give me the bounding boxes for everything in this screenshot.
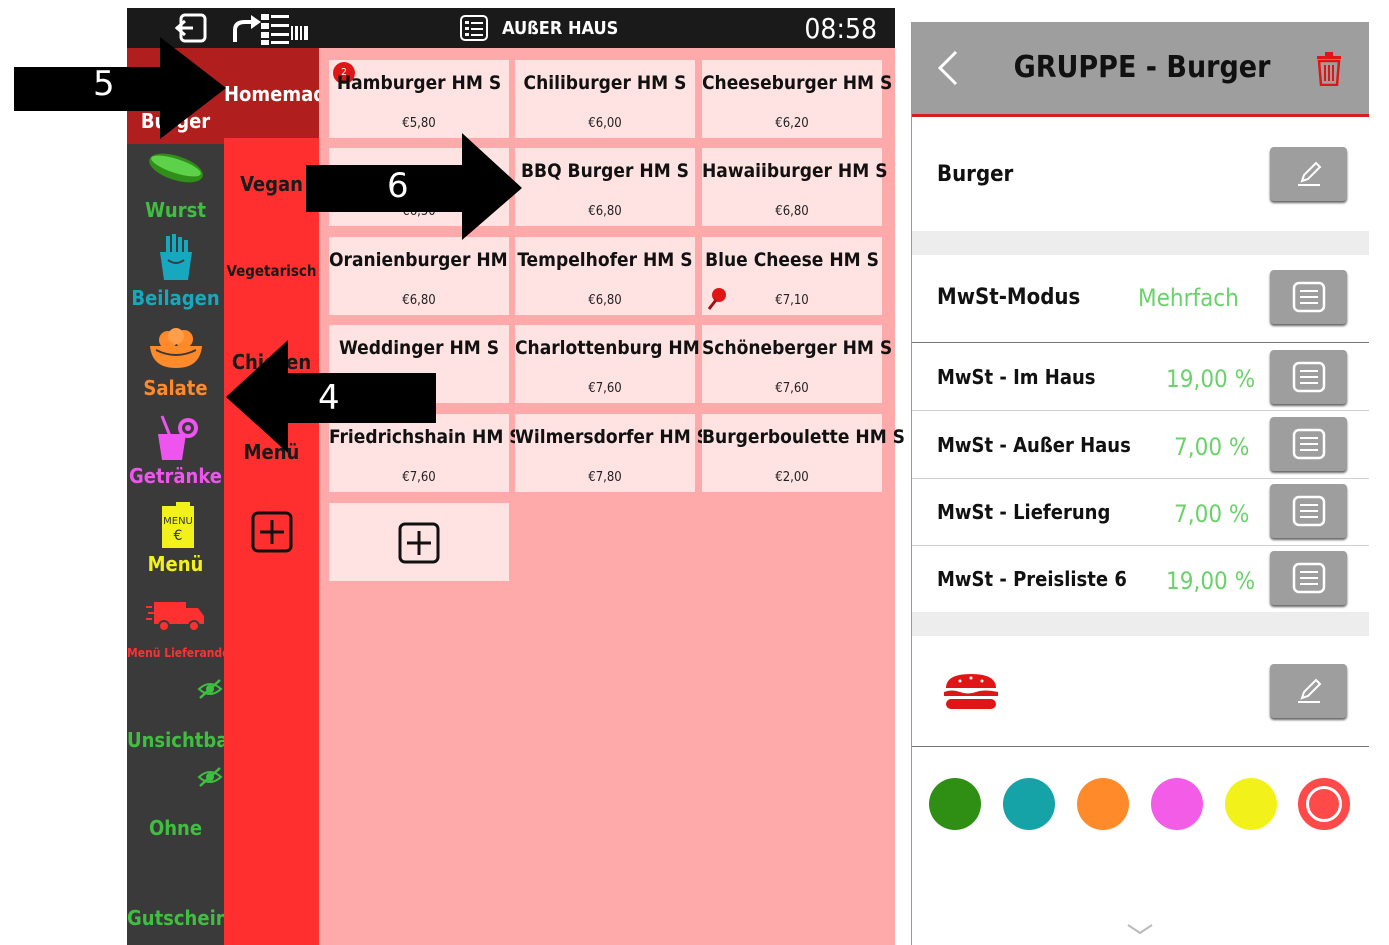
vat-value: 19,00 %	[1166, 365, 1256, 393]
divider	[912, 410, 1369, 411]
vat-value: 19,00 %	[1166, 567, 1256, 595]
mwst-modus-button[interactable]	[1270, 270, 1347, 324]
annotation-label: 6	[387, 166, 409, 206]
chevron-down-icon[interactable]	[1126, 920, 1154, 939]
annotation-arrow-6	[306, 133, 522, 240]
edit-name-button[interactable]	[1270, 147, 1347, 201]
mwst-modus-label: MwSt-Modus	[937, 285, 1081, 310]
pencil-icon	[1294, 676, 1324, 710]
back-chevron-icon[interactable]	[934, 48, 962, 92]
annotation-label: 4	[318, 378, 340, 418]
divider	[912, 746, 1369, 747]
color-swatch-yellow[interactable]	[1225, 778, 1277, 830]
color-swatch-green[interactable]	[929, 778, 981, 830]
burger-icon	[942, 672, 1000, 716]
color-swatch-red-selected[interactable]	[1298, 778, 1350, 830]
group-name: Burger	[937, 162, 1014, 187]
list-icon	[1292, 360, 1326, 398]
color-swatch-teal[interactable]	[1003, 778, 1055, 830]
list-icon	[1292, 494, 1326, 532]
vat-label: MwSt - Lieferung	[937, 500, 1111, 524]
vat-edit-button[interactable]	[1270, 417, 1347, 471]
annotation-label: 5	[93, 64, 115, 104]
vat-edit-button[interactable]	[1270, 551, 1347, 605]
group-detail-panel: GRUPPE - Burger Burger MwSt-Modus Mehrfa…	[911, 22, 1369, 945]
section-divider	[912, 612, 1369, 636]
vat-edit-button[interactable]	[1270, 484, 1347, 538]
vat-value: 7,00 %	[1174, 433, 1250, 461]
annotation-arrow-5	[14, 37, 226, 139]
divider	[912, 342, 1369, 343]
panel-header: GRUPPE - Burger	[912, 22, 1369, 117]
divider	[912, 545, 1369, 546]
edit-icon-button[interactable]	[1270, 664, 1347, 718]
mwst-modus-value: Mehrfach	[1138, 284, 1239, 312]
vat-value: 7,00 %	[1174, 500, 1250, 528]
list-icon	[1292, 280, 1326, 318]
color-swatch-orange[interactable]	[1077, 778, 1129, 830]
vat-label: MwSt - Im Haus	[937, 365, 1096, 389]
vat-edit-button[interactable]	[1270, 350, 1347, 404]
pencil-icon	[1294, 159, 1324, 193]
panel-title: GRUPPE - Burger	[1013, 50, 1271, 85]
list-icon	[1292, 561, 1326, 599]
vat-label: MwSt - Preisliste 6	[937, 567, 1127, 591]
selected-ring	[1306, 786, 1342, 822]
section-divider	[912, 231, 1369, 255]
color-swatch-pink[interactable]	[1151, 778, 1203, 830]
trash-icon[interactable]	[1315, 52, 1343, 90]
list-icon	[1292, 427, 1326, 465]
vat-label: MwSt - Außer Haus	[937, 433, 1131, 457]
divider	[912, 478, 1369, 479]
